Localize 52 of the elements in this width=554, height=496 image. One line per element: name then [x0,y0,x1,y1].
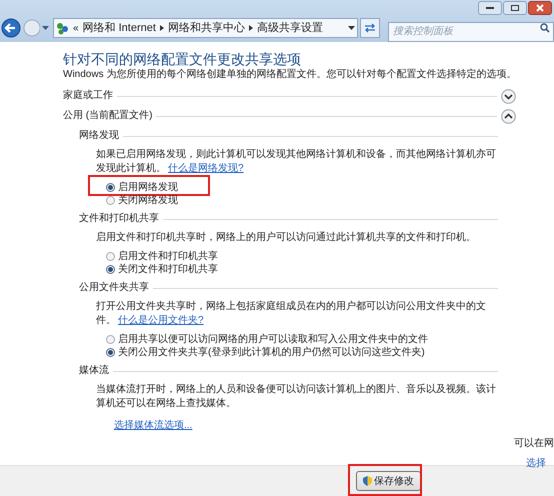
options-link[interactable]: 选择媒体流选项... [114,419,192,433]
search-field[interactable]: 搜索控制面板 [388,22,554,42]
option-label[interactable]: 启用文件和打印机共享 [118,250,218,264]
minimize-button[interactable] [478,1,502,15]
help-link[interactable]: 什么是公用文件夹? [118,315,204,326]
search-icon [540,23,550,33]
radio-button[interactable] [106,196,115,205]
intro-text: Windows 为您所使用的每个网络创建单独的网络配置文件。您可以针对每个配置文件选择特定的选项。 [63,68,516,82]
shield-icon [363,476,372,486]
close-icon [536,4,544,12]
refresh-button[interactable] [360,18,380,38]
page-heading: 针对不同的网络配置文件更改共享选项 [63,52,302,66]
overflow-chevron[interactable]: « [73,20,79,36]
dropdown-icon[interactable] [348,26,356,30]
section-header: 网络发现 [79,129,119,143]
close-button[interactable] [528,1,552,15]
radio-button[interactable] [106,335,115,344]
help-link[interactable]: 什么是网络发现? [168,163,244,174]
section-header: 媒体流 [79,364,109,378]
option-label[interactable]: 启用网络发现 [118,180,178,194]
option-label[interactable]: 启用共享以便可以访问网络的用户可以读取和写入公用文件夹中的文件 [118,332,428,346]
collapse-icon[interactable] [501,108,516,124]
section-header: 公用文件夹共享 [79,281,149,295]
address-bar[interactable]: « 网络和 Internet 网络和共享中心 高级共享设置 [53,18,358,38]
save-button[interactable]: 保存修改 [356,471,421,491]
radio-button[interactable] [106,348,115,357]
description-text: 启用文件和打印机共享时，网络上的用户可以访问通过此计算机共享的文件和打印机。 [96,231,477,245]
expand-icon[interactable] [501,88,516,104]
radio-button[interactable] [106,183,115,192]
separator-icon[interactable] [248,25,253,31]
profile-header: 家庭或工作 [63,89,113,103]
back-icon[interactable] [1,18,21,38]
network-icon [56,22,69,34]
section-header: 文件和打印机共享 [79,212,159,226]
description-text: 打开公用文件夹共享时，网络上包括家庭组成员在内的用户都可以访问公用文件夹中的文件。 什么是公用文件夹? [96,300,487,328]
breadcrumb[interactable]: 网络和共享中心 [168,20,245,36]
minimize-icon [486,7,494,9]
option-label[interactable]: 关闭公用文件夹共享(登录到此计算机的用户仍然可以访问这些文件夹) [118,346,425,360]
background-text: 选择 [526,456,546,471]
option-label[interactable]: 关闭文件和打印机共享 [118,262,218,276]
description-text: 当媒体流打开时，网络上的人员和设备便可以访问该计算机上的图片、音乐以及视频。该计算机还可以在网络上查找媒体。 [96,383,496,411]
radio-button[interactable] [106,265,115,274]
radio-button[interactable] [106,252,115,261]
breadcrumb[interactable]: 网络和 Internet [82,20,156,36]
maximize-button[interactable] [503,1,527,15]
profile-header: 公用 (当前配置文件) [63,109,152,123]
description-text: 如果已启用网络发现，则此计算机可以发现其他网络计算机和设备，而其他网络计算机亦可发现此计算机。 什么是网络发现? [96,148,496,176]
refresh-icon [364,23,376,33]
option-label[interactable]: 关闭网络发现 [118,194,178,208]
breadcrumb[interactable]: 高级共享设置 [256,20,323,36]
maximize-icon [511,5,519,11]
separator-icon[interactable] [160,25,164,31]
